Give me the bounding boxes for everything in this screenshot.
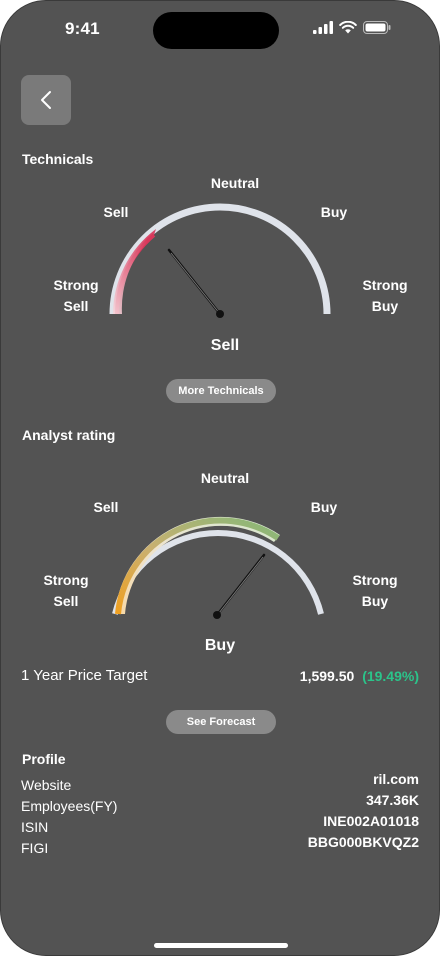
analyst-label-neutral: Neutral [200,470,250,486]
status-time: 9:41 [65,19,100,38]
analyst-gauge-pivot [213,611,221,619]
analyst-gauge [112,516,324,619]
profile-title: Profile [22,751,66,767]
profile-figi-label: FIGI [21,840,49,856]
chevron-left-icon [41,91,51,109]
technicals-gauge [109,203,331,318]
analyst-rating-title: Analyst rating [22,427,116,443]
price-target-value: 1,599.50 [299,668,355,684]
signal-icon [313,21,333,34]
price-target-label: 1 Year Price Target [21,667,148,684]
technicals-gauge-pivot [216,310,224,318]
price-target-change: (19.49%) [362,668,419,684]
profile-employees-label: Employees(FY) [21,798,118,814]
home-indicator[interactable] [154,943,288,948]
analyst-verdict: Buy [204,637,236,654]
see-forecast-button[interactable]: See Forecast [166,710,276,734]
status-icons [313,21,391,34]
technicals-gauge-track [109,203,331,315]
profile-employees-value: 347.36K [366,792,419,808]
profile-isin-label: ISIN [21,819,49,835]
phone-screen: 9:41 Technicals Neutral Sell Buy Strong … [0,0,440,956]
more-technicals-button[interactable]: More Technicals [166,379,276,403]
technicals-title: Technicals [22,151,94,167]
price-target: 1,599.50 (19.49%) [300,668,419,684]
analyst-gauge-track [112,530,324,615]
wifi-icon [339,21,357,34]
back-button[interactable] [21,75,71,125]
profile-isin-value: INE002A01018 [323,813,419,829]
profile-figi-value: BBG000BKVQZ2 [307,834,419,850]
profile-website-value[interactable]: ril.com [373,771,419,787]
profile-website-label: Website [21,777,72,793]
technicals-verdict: Sell [210,337,240,354]
dynamic-island [153,12,279,49]
battery-icon [363,21,391,34]
